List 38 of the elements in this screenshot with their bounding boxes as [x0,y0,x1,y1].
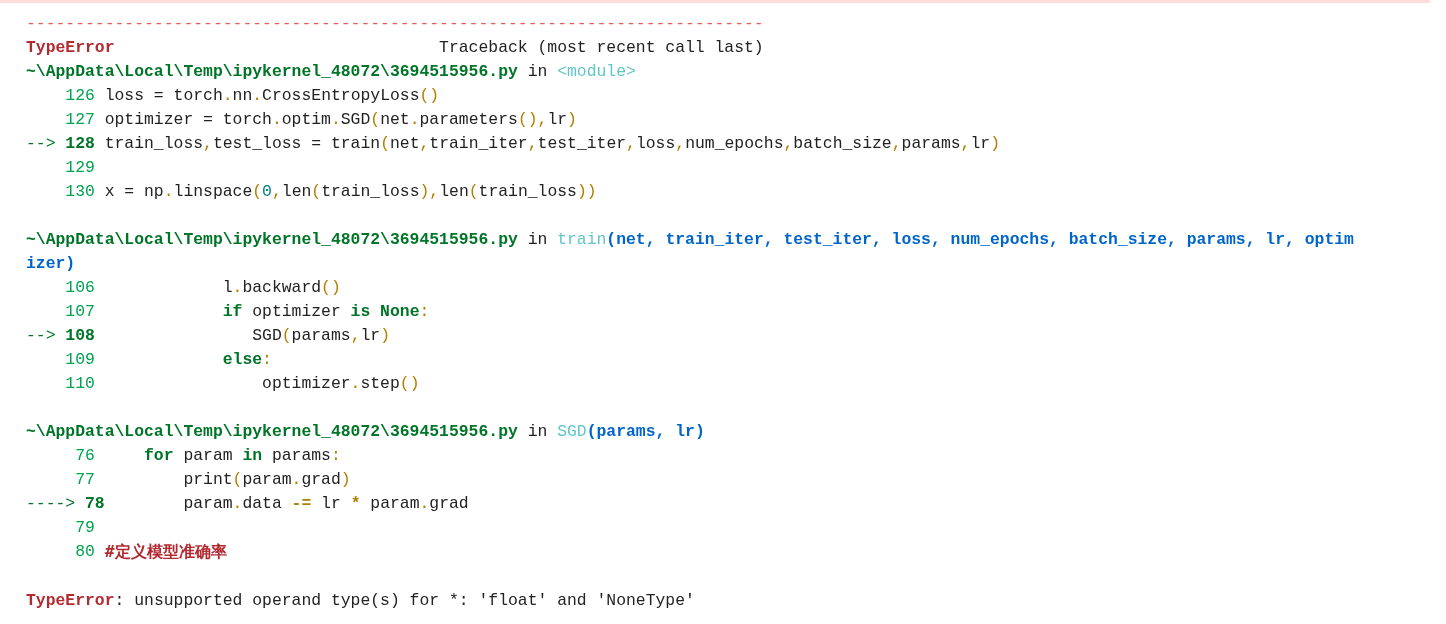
line-number: 126 [64,85,95,107]
frame-header: ~\AppData\Local\Temp\ipykernel_48072\3694515956.py in train(net, train_iter, test_iter, loss, num_epochs, batch_size, params, lr, optimizer) [26,229,1355,275]
code-line: param.data -= lr * param.grad [182,493,469,515]
line-number: 79 [74,517,95,539]
code-line: SGD(params,lr) [251,325,390,347]
line-number: 77 [74,469,95,491]
code-line: train_loss,test_loss = train(net,train_iter,test_iter,loss,num_epochs,batch_size,params,lr) [104,133,1000,155]
code-line: x = np.linspace(0,len(train_loss),len(train_loss)) [104,181,597,203]
frame-header: ~\AppData\Local\Temp\ipykernel_48072\3694515956.py in SGD(params, lr) [26,421,706,443]
line-number: 106 [64,277,95,299]
line-number: 128 [65,133,95,155]
line-number: 110 [64,373,95,395]
code-line: optimizer = torch.optim.SGD(net.parameters(),lr) [104,109,577,131]
trace-arrow: ----> [26,493,76,515]
line-number: 130 [64,181,95,203]
code-line: if optimizer is None: [221,301,430,323]
code-line: for param in params: [143,445,341,467]
trace-arrow: --> [26,133,56,155]
line-number: 127 [64,109,95,131]
code-line: #定义模型准确率 [104,541,227,563]
frame-header: ~\AppData\Local\Temp\ipykernel_48072\3694515956.py in <module> [26,61,637,83]
code-line: loss = torch.nn.CrossEntropyLoss() [104,85,440,107]
line-number: 108 [65,325,95,347]
error-message: TypeError: unsupported operand type(s) for *: 'float' and 'NoneType' [26,590,696,612]
line-number: 76 [74,445,95,467]
line-number: 80 [74,541,95,563]
line-number: 109 [64,349,95,371]
code-line: else: [221,349,272,371]
error-name: TypeError [26,37,116,59]
line-number: 129 [64,157,95,179]
line-number: 78 [85,493,105,515]
traceback-label: Traceback (most recent call last) [439,37,764,59]
trace-arrow: --> [26,325,56,347]
code-line: optimizer.step() [261,373,420,395]
code-line: l.backward() [221,277,341,299]
separator-line: --------------------------------------------------------------------------- [26,13,765,35]
line-number: 107 [64,301,95,323]
code-line: print(param.grad) [182,469,351,491]
